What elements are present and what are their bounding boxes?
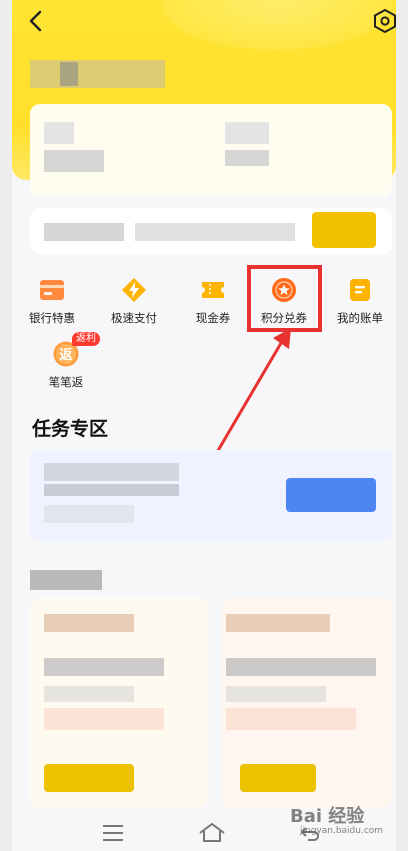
blurred-promo-text-2 [135, 223, 295, 241]
settings-hexagon-icon[interactable] [372, 8, 398, 34]
home-icon[interactable] [198, 822, 226, 842]
blurred-offer-left-tags [44, 708, 164, 730]
lightning-icon [122, 278, 146, 302]
blurred-offer-left-title [44, 614, 134, 632]
service-cashback[interactable]: 返 笔笔返 [36, 340, 96, 390]
blurred-task-detail [44, 505, 134, 523]
blurred-task-title [44, 463, 179, 481]
service-label: 极速支付 [111, 311, 157, 325]
coupon-icon [202, 282, 224, 298]
blurred-offer-right-title [226, 614, 330, 632]
bank-card-icon [40, 280, 64, 300]
blurred-offer-left-name [44, 658, 164, 676]
watermark-url: jingyan.baidu.com [300, 826, 384, 836]
blurred-offer-left-desc [44, 686, 134, 702]
blurred-task-subtitle [44, 484, 179, 496]
hero-decoration [162, 0, 392, 50]
service-my-bills[interactable]: 我的账单 [330, 276, 390, 326]
service-cash-coupon[interactable]: 现金券 [183, 276, 243, 326]
blurred-offers-title [30, 570, 102, 590]
svg-text:返: 返 [59, 348, 72, 363]
bill-icon [350, 279, 370, 301]
blurred-offer-right-button[interactable] [240, 764, 316, 792]
blurred-task-button[interactable] [286, 478, 376, 512]
blurred-offer-right-desc [226, 686, 326, 702]
blurred-account-name-detail [60, 62, 78, 86]
blurred-promo-button[interactable] [312, 212, 376, 248]
left-edge [0, 0, 12, 851]
annotation-highlight-box [247, 265, 322, 332]
blurred-offer-right-tags [226, 708, 356, 730]
blurred-balance-left [44, 122, 74, 144]
tasks-section-title: 任务专区 [32, 418, 109, 440]
blurred-offer-left-button[interactable] [44, 764, 134, 792]
blurred-balance-left-value [44, 150, 104, 172]
blurred-account-name [30, 60, 165, 88]
menu-icon[interactable] [102, 824, 124, 842]
service-quick-pay[interactable]: 极速支付 [104, 276, 164, 326]
cashback-badge: 返利 [72, 332, 100, 346]
service-bank-offers[interactable]: 银行特惠 [22, 276, 82, 326]
app-screen: 银行特惠 极速支付 现金券 积分兑券 我的账单 返 笔笔返 返利 任务专区 Ba… [0, 0, 408, 851]
blurred-offer-right-name [226, 658, 376, 676]
watermark-text: Bai 经验 [290, 806, 365, 827]
blurred-balance-right-value [225, 150, 269, 166]
back-arrow-icon[interactable] [24, 8, 50, 34]
service-label: 笔笔返 [48, 375, 84, 389]
blurred-balance-right [225, 122, 269, 144]
blurred-promo-text [44, 223, 124, 241]
service-label: 银行特惠 [29, 311, 75, 325]
right-edge [396, 0, 408, 851]
service-label: 现金券 [195, 311, 231, 325]
service-label: 我的账单 [337, 311, 383, 325]
